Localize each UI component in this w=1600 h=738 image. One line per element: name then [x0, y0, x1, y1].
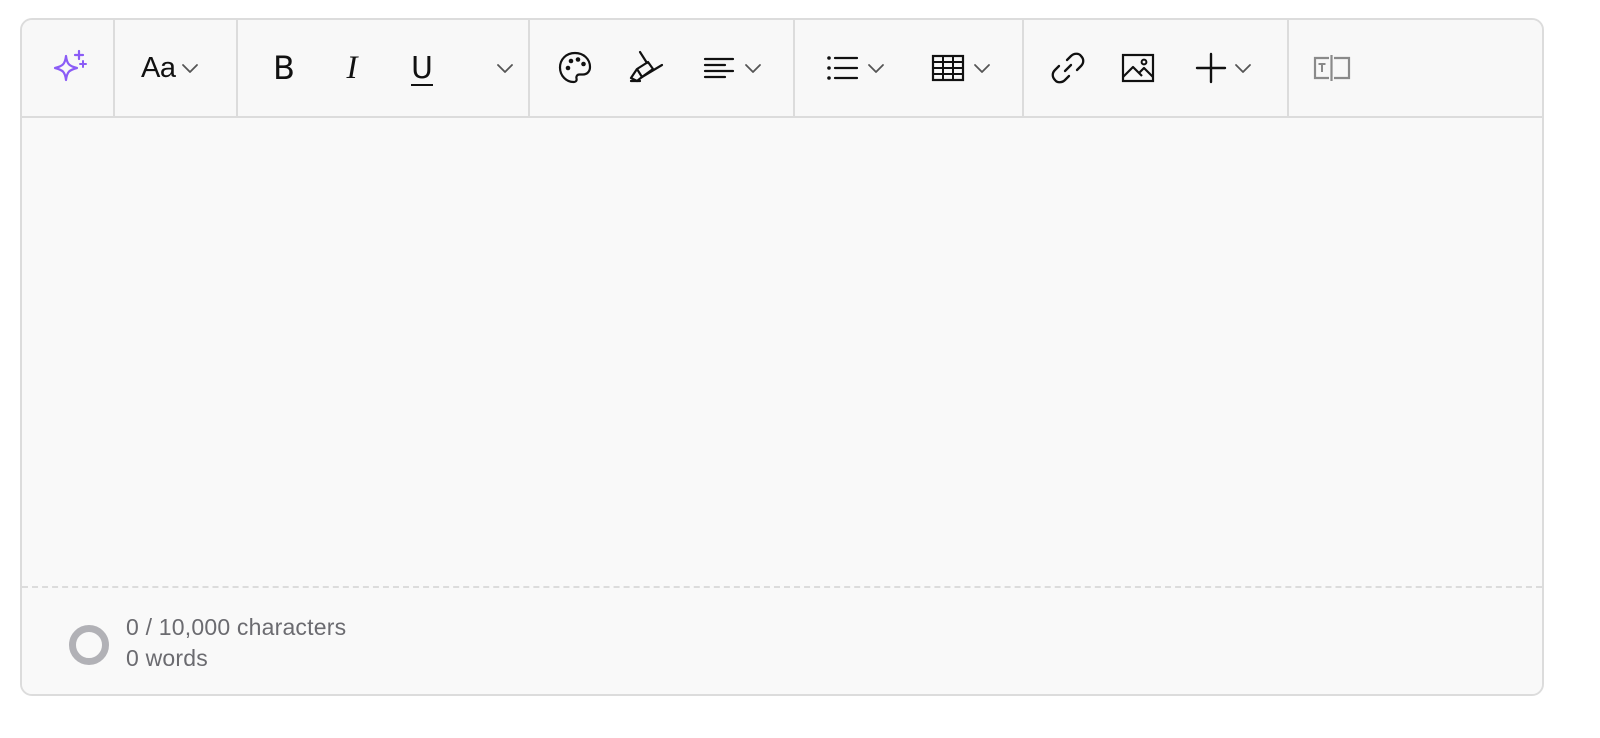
- underline-label: U: [411, 50, 433, 86]
- editor-toolbar: Aa B I U: [22, 20, 1542, 118]
- character-limit-progress-ring: [69, 625, 109, 665]
- align-dropdown[interactable]: [702, 46, 766, 90]
- underline-button[interactable]: U: [402, 46, 442, 90]
- align-left-icon: [703, 57, 735, 79]
- sparkles-icon: [53, 49, 87, 82]
- italic-button[interactable]: I: [332, 46, 372, 90]
- ai-assist-button[interactable]: [46, 46, 94, 90]
- italic-label: I: [346, 49, 358, 86]
- editor-content-area[interactable]: [22, 118, 1542, 586]
- text-color-button[interactable]: [552, 46, 598, 90]
- chevron-down-icon: [1235, 64, 1251, 73]
- plus-icon: [1195, 52, 1227, 84]
- link-button[interactable]: [1046, 46, 1090, 90]
- bold-button[interactable]: B: [264, 46, 304, 90]
- text-field-icon: [1313, 55, 1351, 81]
- rich-text-editor: Aa B I U 0 / 10,000 characters 0 words: [20, 18, 1544, 696]
- word-count: 0 words: [126, 645, 208, 671]
- toolbar-group-formatting: B I U: [238, 20, 530, 116]
- chevron-down-icon: [868, 64, 884, 73]
- palette-icon: [558, 51, 592, 84]
- character-count: 0 / 10,000 characters: [126, 614, 347, 640]
- highlight-button[interactable]: [622, 46, 668, 90]
- editor-footer: 0 / 10,000 characters 0 words: [22, 586, 1542, 694]
- insert-dropdown[interactable]: [1194, 46, 1260, 90]
- more-formatting-dropdown[interactable]: [490, 46, 520, 90]
- toolbar-group-color-align: [530, 20, 795, 116]
- text-style-label: Aa: [141, 51, 176, 84]
- image-button[interactable]: [1116, 46, 1160, 90]
- toolbar-group-lists-table: [795, 20, 1024, 116]
- text-style-dropdown[interactable]: Aa: [141, 46, 213, 90]
- table-dropdown[interactable]: [931, 46, 999, 90]
- chevron-down-icon: [182, 64, 199, 73]
- chevron-down-icon: [974, 64, 990, 73]
- toolbar-group-insert: [1024, 20, 1289, 116]
- list-dropdown[interactable]: [825, 46, 891, 90]
- link-icon: [1051, 52, 1085, 84]
- bold-label: B: [273, 49, 295, 87]
- image-icon: [1121, 53, 1155, 83]
- toolbar-group-text-style: Aa: [115, 20, 238, 116]
- chevron-down-icon: [745, 64, 761, 73]
- toolbar-group-ai: [22, 20, 115, 116]
- insert-field-button[interactable]: [1310, 46, 1354, 90]
- highlighter-icon: [629, 50, 664, 83]
- table-icon: [931, 54, 965, 82]
- chevron-down-icon: [497, 64, 513, 73]
- bullet-list-icon: [827, 56, 859, 80]
